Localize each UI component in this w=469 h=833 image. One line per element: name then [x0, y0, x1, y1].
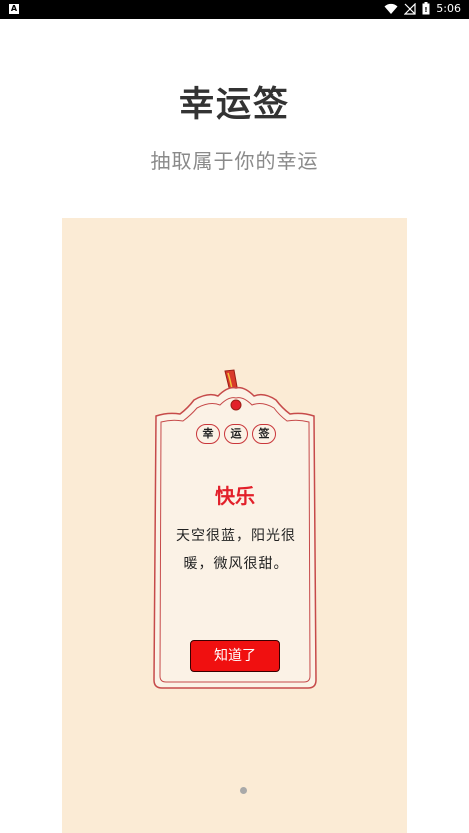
page-subtitle: 抽取属于你的幸运: [150, 149, 319, 173]
svg-text:!: !: [425, 6, 428, 14]
status-time: 5:06: [436, 2, 461, 15]
battery-icon: !: [422, 2, 430, 15]
badge-character: 幸: [196, 424, 220, 444]
acknowledge-button[interactable]: 知道了: [190, 640, 280, 672]
badge-character: 签: [252, 424, 276, 444]
no-signal-icon: [404, 2, 416, 15]
pager-dot[interactable]: [222, 787, 230, 794]
fortune-badges: 幸 运 签: [196, 424, 276, 444]
fortune-message: 天空很蓝，阳光很暖，微风很甜。: [176, 528, 296, 572]
status-bar: A ! 5:06: [0, 0, 469, 19]
fortune-banner-carousel[interactable]: 幸 运 签 快乐 天空很蓝，阳光很暖，微风很甜。 知道了: [62, 218, 407, 833]
wifi-icon: [384, 3, 398, 14]
badge-character: 运: [224, 424, 248, 444]
pager-dot-active[interactable]: [239, 787, 247, 794]
app-notification-icon: A: [9, 4, 19, 14]
page-title: 幸运签: [178, 85, 290, 125]
pager-dots: [62, 787, 407, 794]
fortune-title: 快乐: [215, 484, 255, 508]
